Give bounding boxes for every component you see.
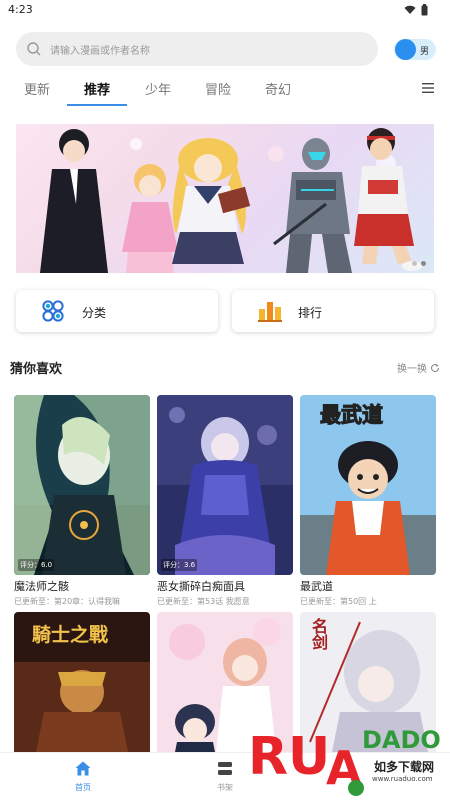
comic-card[interactable]: 评分：6.0 魔法师之骸 已更新至：第20章：认得我嘛 [14, 395, 150, 607]
status-time: 4:23 [8, 3, 33, 16]
category-icon [42, 300, 64, 322]
refresh-button[interactable]: 换一换 [397, 360, 440, 375]
gender-label: 男 [420, 47, 430, 57]
watermark-logo: RU A DADO 如多下载网 www.ruaduo.com [244, 718, 450, 800]
svg-text:DADO: DADO [362, 726, 441, 754]
search-icon [27, 42, 41, 56]
comic-update: 已更新至：第20章：认得我嘛 [14, 597, 121, 606]
category-button[interactable]: 分类 [16, 290, 218, 332]
comic-card[interactable]: 最武道 最武道 已更新至：第50回 上 [300, 395, 436, 607]
status-icons [404, 4, 428, 16]
tab-recommend[interactable]: 推荐 [84, 79, 110, 98]
gender-toggle[interactable]: 男 [394, 39, 436, 60]
category-label: 分类 [82, 306, 107, 320]
status-bar: 4:23 [0, 0, 450, 22]
ranking-icon [258, 302, 282, 322]
comic-update: 已更新至：第53话 我愿意 [157, 597, 250, 606]
banner-carousel[interactable] [16, 124, 434, 273]
section-title: 猜你喜欢 [10, 362, 63, 377]
comic-score: 评分：3.6 [161, 559, 198, 571]
battery-icon [421, 4, 428, 16]
watermark-url: www.ruaduo.com [372, 775, 433, 783]
nav-home-label: 首页 [75, 783, 91, 792]
refresh-icon [431, 363, 440, 372]
comic-title: 恶女撕碎白痴面具 [157, 580, 245, 593]
top-bar: 请输入漫画或作者名称 男 [16, 32, 436, 66]
menu-icon[interactable] [422, 83, 434, 93]
comic-score: 评分：6.0 [18, 559, 55, 571]
cover-title-text: 名剑 [309, 618, 328, 650]
banner-indicator [412, 261, 426, 266]
ranking-label: 排行 [298, 306, 323, 320]
tab-adventure[interactable]: 冒险 [205, 79, 231, 98]
cover-art [157, 395, 293, 575]
category-tabs: 更新 推荐 少年 冒险 奇幻 [0, 70, 450, 108]
refresh-label: 换一换 [397, 364, 427, 375]
cover-title-text: 最武道 [320, 403, 384, 428]
home-icon [75, 761, 91, 776]
search-input[interactable]: 请输入漫画或作者名称 [16, 32, 378, 66]
banner-illustration [40, 128, 422, 273]
banner-dot-active [421, 261, 426, 266]
wifi-icon [404, 5, 416, 14]
comic-card[interactable]: 騎士之戰 [14, 612, 150, 762]
comic-title: 魔法师之骸 [14, 580, 69, 593]
comic-cover[interactable]: 评分：6.0 [14, 395, 150, 575]
watermark-subtitle: 如多下载网 [374, 760, 435, 774]
banner-dot [412, 261, 417, 266]
comic-title: 最武道 [300, 580, 333, 593]
comic-card[interactable]: 评分：3.6 恶女撕碎白痴面具 已更新至：第53话 我愿意 [157, 395, 293, 607]
active-tab-indicator [67, 104, 127, 106]
bookshelf-icon [218, 762, 232, 775]
comic-update: 已更新至：第50回 上 [300, 597, 377, 606]
svg-text:RU: RU [248, 727, 330, 787]
tab-fantasy[interactable]: 奇幻 [265, 79, 291, 98]
toggle-knob [395, 39, 416, 60]
cover-art [14, 395, 150, 575]
ranking-button[interactable]: 排行 [232, 290, 434, 332]
comic-cover[interactable]: 评分：3.6 [157, 395, 293, 575]
tab-update[interactable]: 更新 [24, 79, 50, 98]
comic-cover[interactable]: 最武道 [300, 395, 436, 575]
nav-home[interactable]: 首页 [53, 761, 113, 793]
search-placeholder: 请输入漫画或作者名称 [50, 46, 150, 57]
cover-title-text: 騎士之戰 [32, 624, 109, 646]
comic-cover[interactable]: 騎士之戰 [14, 612, 150, 762]
tab-shounen[interactable]: 少年 [145, 79, 171, 98]
